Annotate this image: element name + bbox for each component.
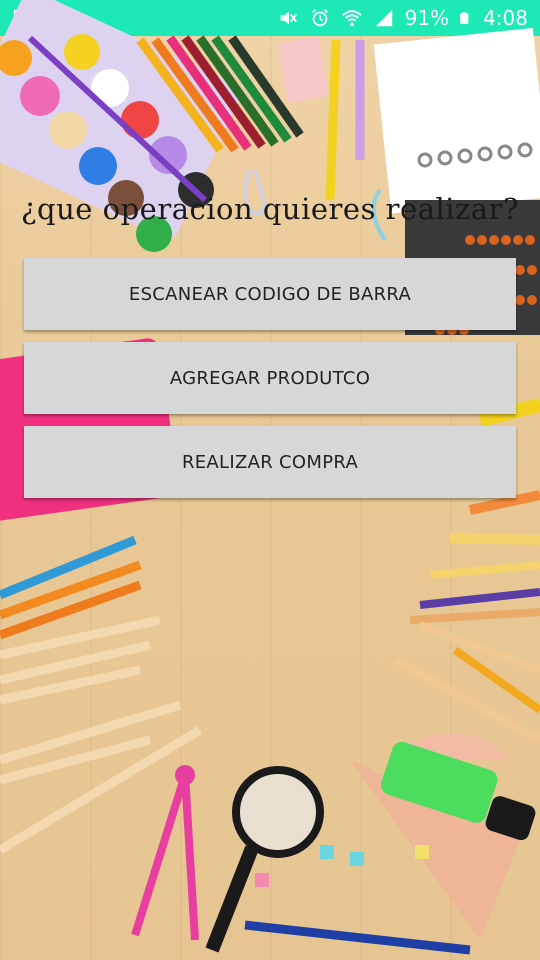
battery-icon <box>460 12 469 24</box>
alarm-icon <box>311 9 328 27</box>
page-title: ¿que operacion quieres realizar? <box>20 192 520 226</box>
scan-barcode-button[interactable]: ESCANEAR CODIGO DE BARRA <box>24 258 516 330</box>
status-bar: 91% 4:08 <box>0 0 540 36</box>
image-icon <box>13 9 33 27</box>
mute-icon <box>280 11 297 25</box>
voicemail-icon <box>44 11 66 25</box>
wifi-icon <box>341 10 362 27</box>
signal-icon <box>375 9 392 27</box>
make-purchase-button[interactable]: REALIZAR COMPRA <box>24 426 516 498</box>
add-product-button[interactable]: AGREGAR PRODUTCO <box>24 342 516 414</box>
clock: 4:08 <box>483 6 528 30</box>
battery-percent: 91% <box>404 6 450 30</box>
wood-background <box>0 36 540 960</box>
